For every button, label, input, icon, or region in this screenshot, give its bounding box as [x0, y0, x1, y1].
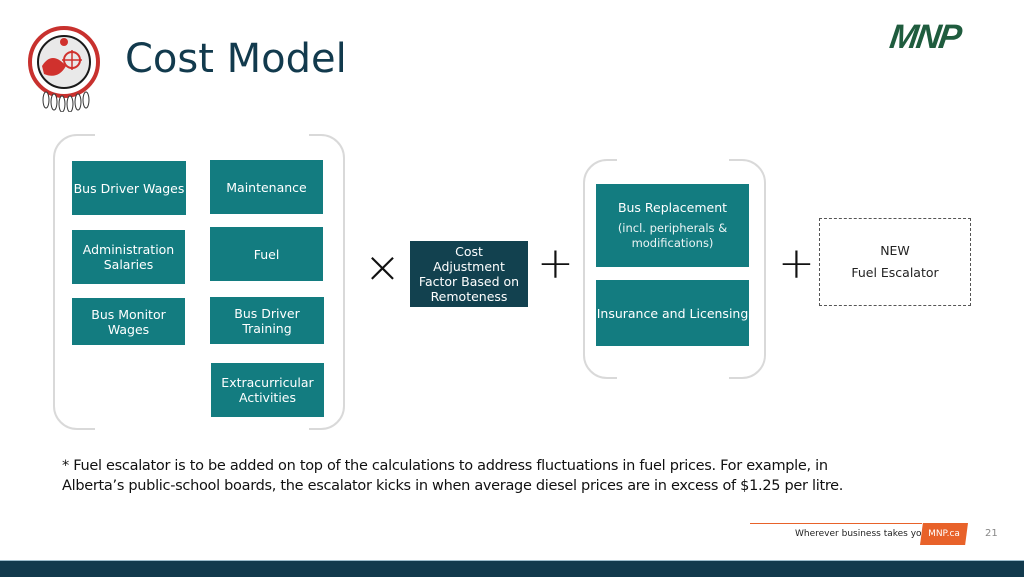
- cost-item-bus-driver-wages: Bus Driver Wages: [72, 161, 186, 215]
- bottom-bar: [0, 560, 1024, 577]
- plus-operator: +: [537, 238, 574, 289]
- cost-item-label: Bus Replacement: [617, 200, 728, 215]
- cost-item-bus-replacement: Bus Replacement (incl. peripherals & mod…: [596, 184, 749, 267]
- cost-item-maintenance: Maintenance: [210, 160, 323, 214]
- fuel-escalator-label: Fuel Escalator: [851, 265, 939, 280]
- cost-adjustment-label: Cost Adjustment Factor Based on Remotene…: [418, 244, 520, 304]
- cost-item-fuel: Fuel: [210, 227, 323, 281]
- cost-item-label: Bus Monitor Wages: [91, 306, 166, 337]
- bracket-gap-bottom: [95, 424, 309, 432]
- footer-tagline: Wherever business takes you: [795, 529, 928, 539]
- cost-item-extracurricular-activities: Extracurricular Activities: [211, 363, 324, 417]
- new-fuel-escalator: NEW Fuel Escalator: [819, 218, 971, 306]
- footer-divider: [750, 523, 922, 524]
- cost-adjustment-factor: Cost Adjustment Factor Based on Remotene…: [410, 241, 528, 307]
- cost-item-bus-driver-training: Bus Driver Training: [210, 297, 324, 344]
- bracket-gap-top: [617, 155, 729, 163]
- cost-item-administration-salaries: Administration Salaries: [72, 230, 185, 284]
- cost-item-label: Bus Driver Training: [234, 305, 300, 336]
- footnote: * Fuel escalator is to be added on top o…: [62, 458, 844, 494]
- page-title: Cost Model: [125, 36, 347, 82]
- mnp-website-link[interactable]: MNP.ca: [920, 523, 968, 545]
- cost-item-label: Extracurricular Activities: [221, 375, 314, 405]
- cost-item-label: Insurance and Licensing: [596, 305, 749, 321]
- cost-item-sublabel: (incl. peripherals & modifications): [617, 221, 728, 250]
- bracket-gap-top: [95, 130, 309, 138]
- cost-item-bus-monitor-wages: Bus Monitor Wages: [72, 298, 185, 345]
- cost-item-label: Maintenance: [226, 179, 307, 195]
- cost-item-label: Administration Salaries: [82, 242, 175, 272]
- new-badge: NEW: [880, 243, 910, 258]
- multiply-operator: ×: [364, 242, 401, 293]
- cost-item-label: Fuel: [253, 246, 280, 262]
- mnp-website-label: MNP.ca: [928, 529, 960, 539]
- plus-operator: +: [778, 238, 815, 289]
- cost-item-label: Bus Driver Wages: [73, 180, 185, 196]
- bracket-gap-bottom: [617, 373, 729, 381]
- afn-logo: [22, 22, 106, 113]
- cost-item-insurance-licensing: Insurance and Licensing: [596, 280, 749, 346]
- page-number: 21: [985, 528, 998, 539]
- mnp-logo: MNP: [887, 18, 963, 56]
